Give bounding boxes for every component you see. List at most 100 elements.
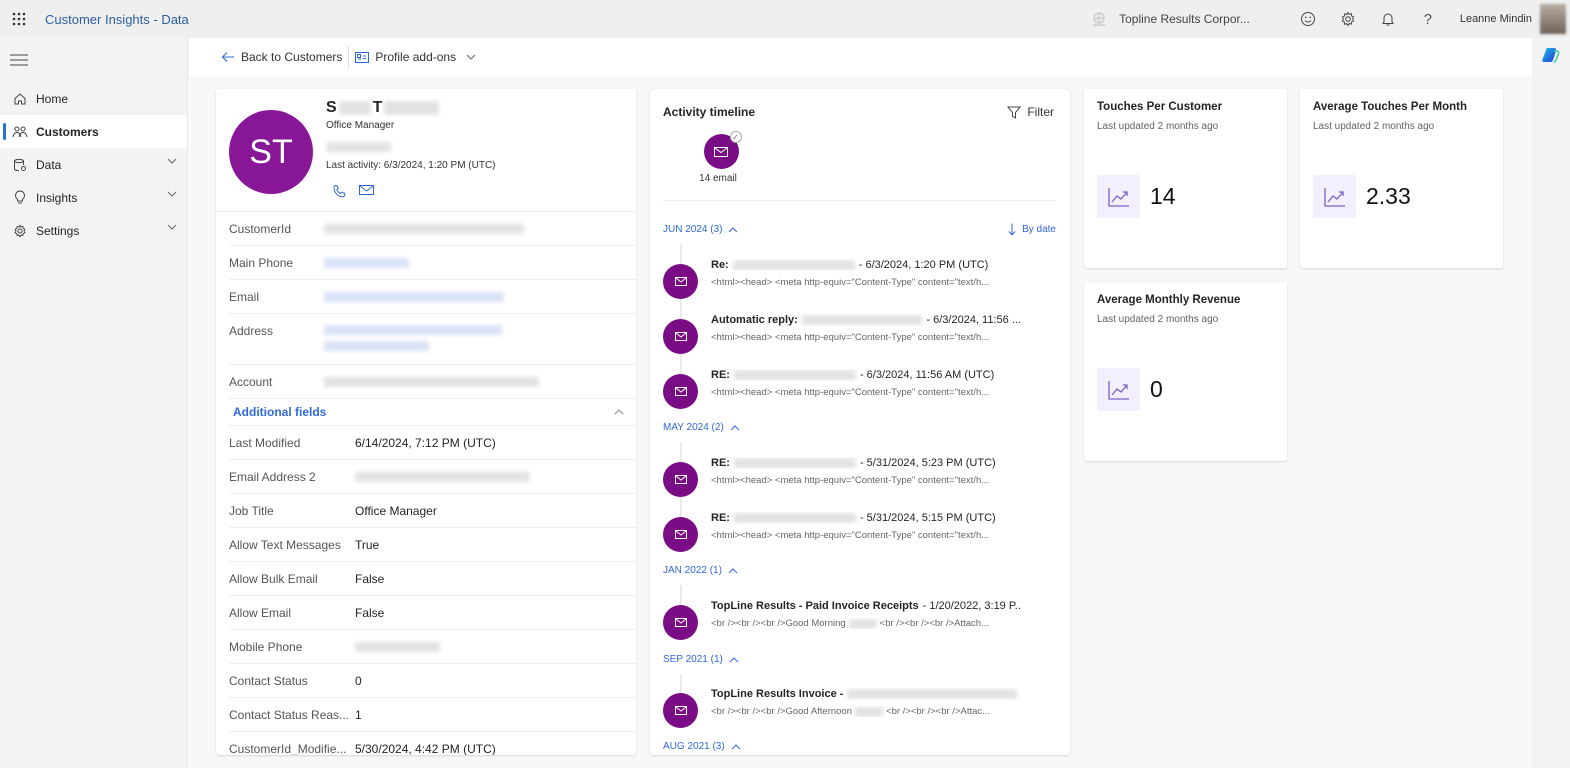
- top-bar: Customer Insights - Data Topline Results…: [0, 0, 1570, 38]
- redacted-name: [855, 706, 884, 717]
- timeline-item[interactable]: RE: - 5/31/2024, 5:15 PM (UTC) <html><hea…: [663, 512, 1058, 562]
- timeline-item[interactable]: TopLine Results - Paid Invoice Receipts -…: [663, 600, 1058, 650]
- field-label: Contact Status Reas...: [229, 708, 350, 722]
- email-summary-filter[interactable]: ✓ 14 email: [699, 131, 742, 184]
- field-row: Account: [229, 365, 636, 399]
- additional-fields-toggle[interactable]: Additional fields: [229, 399, 636, 426]
- item-subject-prefix: Automatic reply:: [711, 314, 798, 326]
- group-label: JAN 2022 (1): [663, 565, 722, 576]
- app-launcher-button[interactable]: [0, 0, 38, 38]
- command-bar: Back to Customers Profile add-ons: [189, 38, 1532, 76]
- group-header-sep-2021[interactable]: SEP 2021 (1): [663, 654, 739, 665]
- sidebar-item-data[interactable]: Data: [0, 148, 187, 181]
- feedback-button[interactable]: [1288, 0, 1328, 38]
- envelope-icon: [714, 146, 728, 157]
- field-label: Main Phone: [229, 256, 294, 270]
- smiley-icon: [1300, 12, 1315, 26]
- waffle-icon: [12, 12, 26, 26]
- profile-addons-dropdown[interactable]: Profile add-ons: [355, 44, 476, 70]
- copilot-button[interactable]: [1541, 45, 1561, 65]
- item-preview: <html><head> <meta http-equiv="Content-T…: [711, 277, 990, 288]
- field-label: Contact Status: [229, 674, 308, 688]
- kpi-subtitle: Last updated 2 months ago: [1097, 314, 1219, 325]
- sidebar: Home Customers Data Insights Settings: [0, 38, 188, 768]
- sort-by-date-button[interactable]: By date: [1008, 223, 1056, 236]
- timeline-item[interactable]: RE: - 5/31/2024, 5:23 PM (UTC) <html><hea…: [663, 457, 1058, 507]
- help-button[interactable]: ?: [1408, 0, 1448, 38]
- group-header-jun-2024[interactable]: JUN 2024 (3): [663, 224, 738, 235]
- filter-button[interactable]: Filter: [1007, 105, 1054, 119]
- address-link[interactable]: [324, 325, 502, 335]
- timeline-item[interactable]: RE: - 6/3/2024, 11:56 AM (UTC) <html><hea…: [663, 369, 1058, 419]
- redacted-subject: [733, 370, 856, 380]
- group-header-may-2024[interactable]: MAY 2024 (2): [663, 422, 740, 433]
- timeline-item[interactable]: Re: - 6/3/2024, 1:20 PM (UTC) <html><head…: [663, 259, 1058, 309]
- field-value: 0: [355, 674, 362, 688]
- chevron-up-icon: [729, 226, 738, 232]
- divider: [348, 46, 350, 68]
- timeline-item[interactable]: TopLine Results Invoice - <br /><br /><b…: [663, 688, 1058, 738]
- phone-icon[interactable]: [332, 184, 347, 199]
- help-icon: ?: [1423, 10, 1432, 28]
- field-row: Allow Email False: [229, 596, 636, 630]
- email-activity-icon: [663, 462, 698, 497]
- additional-fields: Last Modified 6/14/2024, 7:12 PM (UTC) Em…: [216, 426, 636, 755]
- database-icon: [12, 157, 28, 173]
- field-row: CustomerId_Modifie... 5/30/2024, 4:42 PM …: [229, 732, 636, 755]
- environment-picker[interactable]: Topline Results Corpor...: [1091, 11, 1250, 27]
- chevron-down-icon: [167, 191, 177, 197]
- user-avatar[interactable]: [1540, 4, 1566, 34]
- item-preview-tail: <br /><br /><br />Attac...: [886, 706, 991, 717]
- kpi-title: Average Monthly Revenue: [1097, 294, 1241, 306]
- app-title[interactable]: Customer Insights - Data: [45, 12, 189, 27]
- kpi-value: 14: [1150, 183, 1176, 209]
- field-label: Allow Email: [229, 606, 292, 620]
- profile-header: ST S T Office Manager Last activity: 6/3…: [216, 89, 636, 212]
- field-row: Contact Status 0: [229, 664, 636, 698]
- redacted-name: [848, 618, 877, 629]
- kpi-title: Touches Per Customer: [1097, 101, 1223, 113]
- field-row: Email: [229, 280, 636, 314]
- field-label: CustomerId: [229, 222, 292, 236]
- kpi-subtitle: Last updated 2 months ago: [1313, 121, 1435, 132]
- notifications-button[interactable]: [1368, 0, 1408, 38]
- addons-label: Profile add-ons: [375, 50, 457, 64]
- redacted-last-name: [384, 101, 440, 115]
- sidebar-item-settings[interactable]: Settings: [0, 214, 187, 247]
- back-to-customers-button[interactable]: Back to Customers: [221, 44, 342, 70]
- bell-icon: [1381, 13, 1394, 26]
- trend-chart-icon: [1313, 175, 1356, 218]
- address-link-line2[interactable]: [324, 341, 429, 351]
- sidebar-item-customers[interactable]: Customers: [0, 115, 187, 148]
- sidebar-item-home[interactable]: Home: [0, 82, 187, 115]
- chevron-down-icon: [466, 54, 476, 60]
- group-header-jan-2022[interactable]: JAN 2022 (1): [663, 565, 738, 576]
- email-icon[interactable]: [359, 184, 374, 196]
- item-preview: <html><head> <meta http-equiv="Content-T…: [711, 387, 990, 398]
- settings-button[interactable]: [1328, 0, 1368, 38]
- redacted-first-name: [338, 101, 371, 115]
- timeline-title: Activity timeline: [663, 105, 756, 119]
- item-subject-prefix: Re:: [711, 259, 729, 271]
- email-activity-icon: [663, 319, 698, 354]
- chevron-up-icon: [729, 656, 739, 662]
- chevron-up-icon: [614, 409, 624, 415]
- email-activity-icon: [663, 693, 698, 728]
- field-label: Allow Text Messages: [229, 538, 341, 552]
- kpi-card-avg-touches-per-month[interactable]: Average Touches Per Month Last updated 2…: [1300, 89, 1503, 268]
- group-header-aug-2021[interactable]: AUG 2021 (3): [663, 741, 741, 752]
- field-row: Address: [229, 314, 636, 365]
- email-link[interactable]: [324, 292, 504, 302]
- main-phone-link[interactable]: [324, 258, 409, 268]
- sidebar-item-insights[interactable]: Insights: [0, 181, 187, 214]
- redacted-subject: [733, 513, 856, 523]
- user-name[interactable]: Leanne Mindin: [1460, 13, 1532, 25]
- timeline-item[interactable]: Automatic reply: - 6/3/2024, 11:56 ... <h…: [663, 314, 1058, 364]
- field-label: Email: [229, 290, 260, 304]
- field-value: 5/30/2024, 4:42 PM (UTC): [355, 742, 496, 755]
- redacted-subtitle: [326, 142, 391, 152]
- kpi-card-avg-monthly-revenue[interactable]: Average Monthly Revenue Last updated 2 m…: [1084, 282, 1287, 461]
- nav-toggle-button[interactable]: [0, 38, 187, 82]
- kpi-card-touches-per-customer[interactable]: Touches Per Customer Last updated 2 mont…: [1084, 89, 1287, 268]
- profile-card: ST S T Office Manager Last activity: 6/3…: [216, 89, 636, 755]
